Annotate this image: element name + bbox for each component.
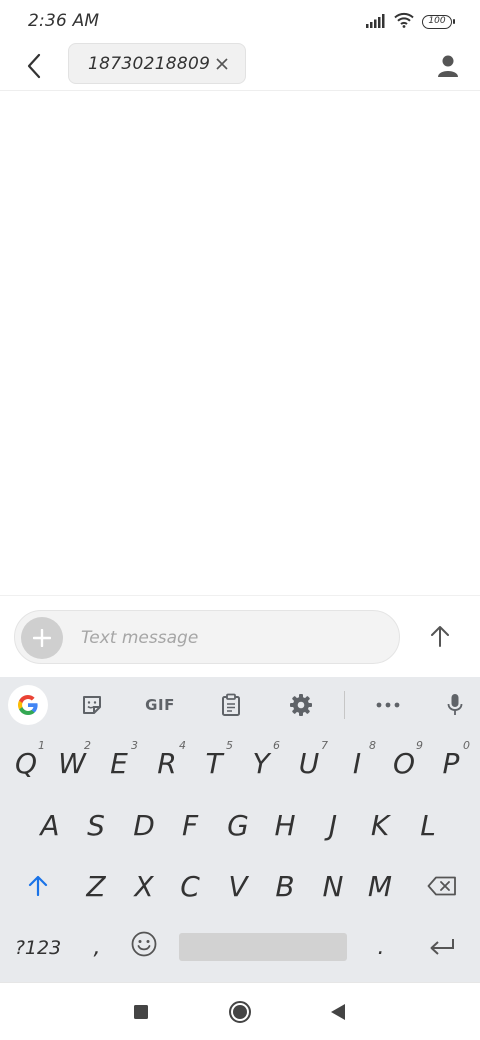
wifi-icon [394,12,414,32]
key-t[interactable]: T5 [191,733,237,794]
enter-icon [428,931,456,964]
toolbar-divider [344,691,345,719]
status-bar: 2:36 AM 100 [0,0,480,40]
sticker-icon[interactable] [73,686,111,724]
back-icon[interactable] [323,997,353,1027]
key-hint: 8 [369,739,376,752]
key-s[interactable]: S [73,795,119,856]
key-label: E [110,747,128,780]
backspace-key[interactable] [410,856,474,917]
status-icons: 100 [366,12,455,32]
person-icon[interactable] [430,48,466,84]
back-arrow-icon[interactable] [16,48,52,84]
settings-icon[interactable] [282,686,320,724]
backspace-icon [427,870,457,903]
home-icon[interactable] [225,997,255,1027]
key-w[interactable]: W2 [49,733,95,794]
key-m[interactable]: M [357,856,403,917]
key-hint: 9 [416,739,423,752]
key-hint: 2 [84,739,91,752]
emoji-icon [131,931,157,964]
key-f[interactable]: F [167,795,213,856]
key-label: I [352,747,362,780]
emoji-key[interactable] [121,917,167,978]
key-n[interactable]: N [310,856,356,917]
key-label: T [205,747,223,780]
recipient-chip[interactable]: 18730218809 [68,43,246,84]
symbols-key[interactable]: ?123 [5,917,71,978]
send-arrow-icon[interactable] [424,618,456,654]
key-c[interactable]: C [167,856,213,917]
key-z[interactable]: Z [73,856,119,917]
message-thread [0,92,480,595]
message-input[interactable] [81,627,381,649]
compose-bar [0,595,480,677]
battery-icon: 100 [422,15,455,29]
system-nav-bar [0,982,480,1040]
space-bar[interactable] [179,933,347,961]
period-key[interactable]: . [358,917,404,978]
key-a[interactable]: A [27,795,73,856]
gif-button[interactable]: GIF [141,686,179,724]
key-hint: 3 [131,739,138,752]
keyboard-row-2: A S D F G H J K L [0,795,480,856]
gif-label: GIF [145,696,175,714]
more-icon[interactable] [369,686,407,724]
key-v[interactable]: V [215,856,261,917]
key-hint: 4 [179,739,186,752]
recents-icon[interactable] [126,997,156,1027]
signal-icon [366,13,386,32]
compose-box [14,610,400,664]
key-y[interactable]: Y6 [238,733,284,794]
key-h[interactable]: H [262,795,308,856]
key-hint: 0 [463,739,470,752]
plus-icon[interactable] [21,617,63,659]
key-label: Q [14,747,38,780]
status-time: 2:36 AM [28,11,100,31]
key-label: P [442,747,460,780]
key-label: O [392,747,416,780]
key-hint: 6 [273,739,280,752]
key-o[interactable]: O9 [381,733,427,794]
key-label: U [298,747,320,780]
key-e[interactable]: E3 [96,733,142,794]
key-r[interactable]: R4 [144,733,190,794]
key-g[interactable]: G [215,795,261,856]
clipboard-icon[interactable] [212,686,250,724]
key-p[interactable]: P0 [428,733,474,794]
key-hint: 1 [38,739,45,752]
key-label: Y [252,747,270,780]
recipient-number: 18730218809 [88,53,211,74]
key-b[interactable]: B [262,856,308,917]
conversation-header: 18730218809 [0,40,480,91]
key-i[interactable]: I8 [334,733,380,794]
comma-key[interactable]: , [75,917,119,978]
enter-key[interactable] [410,917,474,978]
key-q[interactable]: Q1 [3,733,49,794]
google-icon[interactable] [8,685,48,725]
key-label: W [58,747,86,780]
key-hint: 5 [226,739,233,752]
keyboard: G I F Q 1 W 2 E 3 R 4 T 5 Y 6 U 7 I 8 O 9 … [0,677,480,982]
key-k[interactable]: K [357,795,403,856]
shift-key[interactable] [5,856,71,917]
key-x[interactable]: X [121,856,167,917]
key-d[interactable]: D [121,795,167,856]
key-j[interactable]: J [310,795,356,856]
key-l[interactable]: L [405,795,451,856]
close-icon[interactable] [213,55,231,73]
key-label: R [157,747,177,780]
key-u[interactable]: U7 [286,733,332,794]
shift-icon [28,870,48,903]
keyboard-row-1: Q1 W2 E3 R4 T5 Y6 U7 I8 O9 P0 [0,733,480,794]
keyboard-toolbar: GIF [0,677,480,732]
mic-icon[interactable] [436,686,474,724]
key-hint: 7 [321,739,328,752]
keyboard-row-3: Z X C V B N M [0,856,480,917]
